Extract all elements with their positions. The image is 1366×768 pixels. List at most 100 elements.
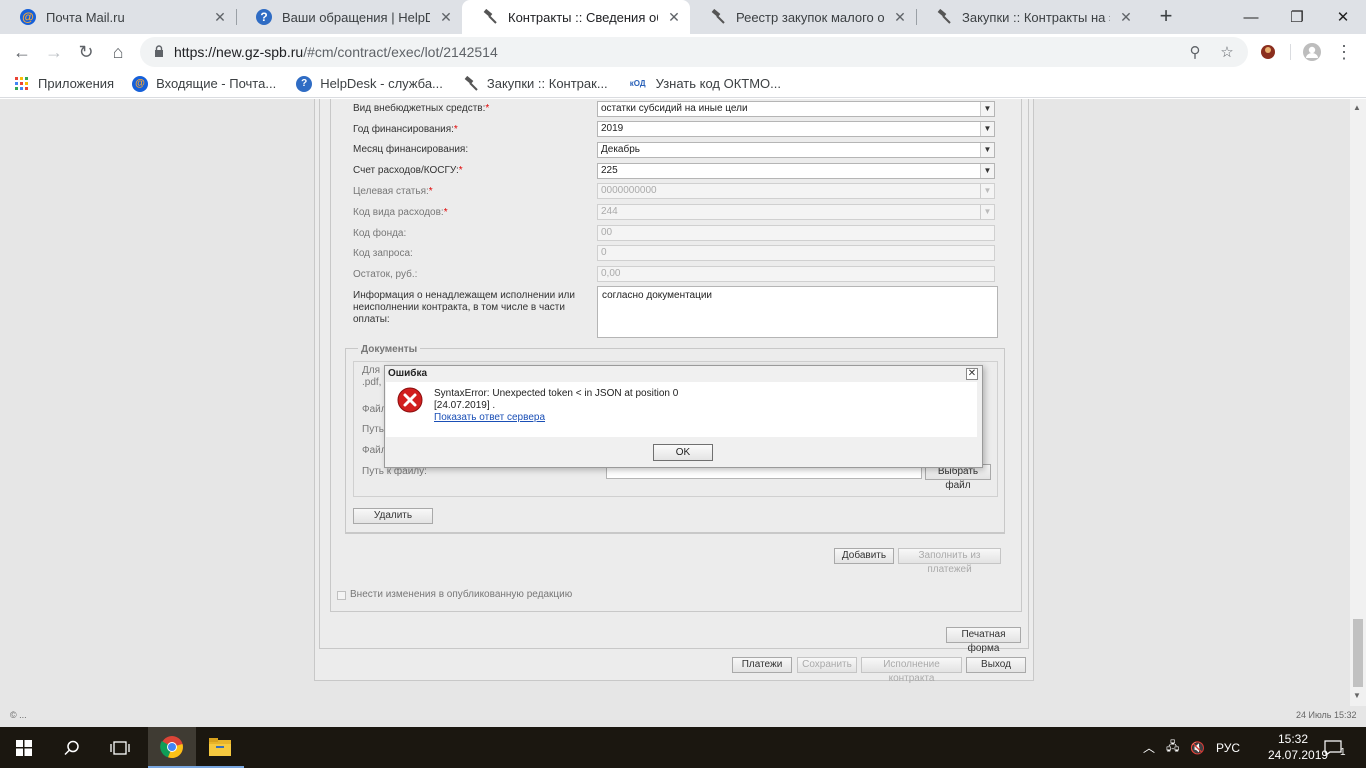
field-label: Код запроса: (353, 248, 413, 259)
new-tab-button[interactable]: + (1154, 5, 1178, 29)
dialog-close-icon[interactable]: ✕ (966, 368, 978, 380)
gavel-icon (482, 9, 498, 25)
tab-title: Закупки :: Контракты на этапе (962, 9, 1110, 25)
close-icon[interactable]: ✕ (438, 9, 454, 26)
tab-mail[interactable]: @ Почта Mail.ru ✕ (0, 0, 236, 34)
scroll-thumb[interactable] (1353, 619, 1363, 687)
taskbar-clock[interactable]: 15:32 24.07.2019 (1268, 731, 1329, 763)
ok-button[interactable]: OK (653, 444, 713, 461)
payments-button[interactable]: Платежи (732, 657, 792, 673)
home-icon[interactable]: ⌂ (104, 38, 132, 66)
close-icon[interactable]: ✕ (666, 9, 682, 26)
url-text[interactable]: https://new.gz-spb.ru/#cm/contract/exec/… (174, 44, 498, 60)
publish-checkbox-label: Внести изменения в опубликованную редакц… (350, 589, 573, 600)
forward-arrow-icon[interactable]: → (40, 38, 68, 66)
exit-button[interactable]: Выход (966, 657, 1026, 673)
toolbar-divider (1290, 44, 1291, 60)
zoom-icon[interactable]: ⚲ (1186, 43, 1204, 61)
publish-checkbox[interactable] (337, 591, 346, 600)
volume-muted-icon[interactable]: 🔇 (1190, 727, 1205, 768)
dialog-title: Ошибка (388, 368, 428, 379)
request-code-input: 0 (597, 245, 995, 261)
kosgu-select[interactable]: 225 ▼ (597, 163, 995, 179)
bookmark-star-icon[interactable]: ☆ (1218, 43, 1236, 61)
balance-input: 0,00 (597, 266, 995, 282)
window-close-icon[interactable]: ✕ (1320, 0, 1366, 34)
back-arrow-icon[interactable]: ← (8, 38, 36, 66)
path-label: Путь (362, 424, 384, 435)
task-view-icon[interactable] (96, 727, 144, 768)
close-icon[interactable]: ✕ (212, 9, 228, 26)
bookmark-zakupki[interactable]: Закупки :: Контрак... (463, 75, 608, 92)
tab-registry[interactable]: Реестр закупок малого объем ✕ (690, 0, 916, 34)
chevron-down-icon: ▼ (980, 205, 994, 219)
chevron-down-icon[interactable]: ▼ (980, 143, 994, 157)
reload-icon[interactable]: ↻ (72, 38, 100, 66)
search-icon[interactable] (48, 727, 96, 768)
menu-kebab-icon[interactable]: ⋮ (1330, 38, 1358, 66)
page-scrollbar[interactable]: ▲ ▼ (1350, 99, 1366, 706)
minimize-icon[interactable]: — (1228, 0, 1274, 34)
target-article-select: 0000000000 ▼ (597, 183, 995, 199)
helpdesk-icon: ? (256, 9, 272, 25)
bookmark-oktmo[interactable]: кОД Узнать код ОКТМО... (628, 76, 781, 92)
field-label: Вид внебюджетных средств:* (353, 103, 490, 114)
error-text: SyntaxError: Unexpected token < in JSON … (434, 388, 679, 399)
tab-helpdesk[interactable]: ? Ваши обращения | HelpDesk ✕ (236, 0, 462, 34)
helpdesk-icon: ? (296, 75, 313, 92)
language-indicator[interactable]: РУС (1216, 727, 1240, 768)
chevron-down-icon[interactable]: ▼ (980, 122, 994, 136)
profile-avatar-icon[interactable] (1302, 42, 1322, 62)
chevron-down-icon[interactable]: ▼ (980, 164, 994, 178)
tab-title: Ваши обращения | HelpDesk (282, 9, 430, 25)
print-form-button[interactable]: Печатная форма (946, 627, 1021, 654)
delete-button[interactable]: Удалить (353, 508, 433, 524)
lock-icon (155, 45, 163, 57)
apps-grid-icon (14, 76, 30, 92)
status-datetime: 24 Июль 15:32 (1296, 710, 1357, 720)
notifications-count: 1 (1340, 747, 1346, 758)
fund-code-input: 00 (597, 225, 995, 241)
field-label: Месяц финансирования: (353, 144, 469, 155)
address-bar[interactable]: https://new.gz-spb.ru/#cm/contract/exec/… (140, 37, 1248, 67)
tab-purchases[interactable]: Закупки :: Контракты на этапе ✕ (916, 0, 1142, 34)
scroll-up-icon[interactable]: ▲ (1353, 103, 1361, 112)
app-status-bar: © ... 24 Июль 15:32 (0, 706, 1366, 727)
error-icon (397, 387, 423, 413)
chrome-taskbar-icon[interactable] (148, 727, 196, 768)
info-textarea[interactable]: согласно документации (597, 286, 998, 338)
budget-type-select[interactable]: остатки субсидий на иные цели ▼ (597, 101, 995, 117)
add-button[interactable]: Добавить (834, 548, 894, 564)
tab-contracts[interactable]: Контракты :: Сведения об исп ✕ (462, 0, 690, 34)
contract-execution-button[interactable]: Исполнение контракта (861, 657, 962, 684)
year-select[interactable]: 2019 ▼ (597, 121, 995, 137)
bookmark-label: Входящие - Почта... (156, 76, 277, 91)
restore-icon[interactable]: ❐ (1274, 0, 1320, 34)
file-label: Файл (362, 445, 387, 456)
file-explorer-icon[interactable] (196, 727, 244, 768)
chevron-down-icon: ▼ (980, 184, 994, 198)
chevron-down-icon[interactable]: ▼ (980, 102, 994, 116)
fill-from-payments-button[interactable]: Заполнить из платежей (898, 548, 1001, 575)
notifications-icon[interactable]: 1 (1324, 727, 1346, 768)
field-label: Год финансирования:* (353, 124, 458, 135)
bookmark-mail[interactable]: @ Входящие - Почта... (132, 75, 277, 92)
bookmark-helpdesk[interactable]: ? HelpDesk - служба... (296, 75, 443, 92)
tray-chevron-up-icon[interactable]: ︿ (1143, 727, 1155, 768)
close-icon[interactable]: ✕ (1118, 9, 1134, 26)
bookmark-label: Закупки :: Контрак... (486, 76, 608, 91)
scroll-down-icon[interactable]: ▼ (1353, 691, 1361, 700)
network-icon[interactable]: 🖧 (1166, 727, 1179, 768)
extension-icon[interactable] (1258, 42, 1278, 62)
month-select[interactable]: Декабрь ▼ (597, 142, 995, 158)
bookmark-apps[interactable]: Приложения (14, 76, 114, 92)
divider (345, 532, 1005, 533)
clock-date: 24.07.2019 (1268, 748, 1329, 762)
save-button[interactable]: Сохранить (797, 657, 857, 673)
windows-start-icon[interactable] (0, 727, 48, 768)
close-icon[interactable]: ✕ (892, 9, 908, 26)
gavel-icon (936, 9, 952, 25)
field-label: Код вида расходов:* (353, 207, 448, 218)
info-label: Информация о ненадлежащем исполнении или… (353, 290, 575, 325)
show-server-response-link[interactable]: Показать ответ сервера (434, 412, 678, 424)
